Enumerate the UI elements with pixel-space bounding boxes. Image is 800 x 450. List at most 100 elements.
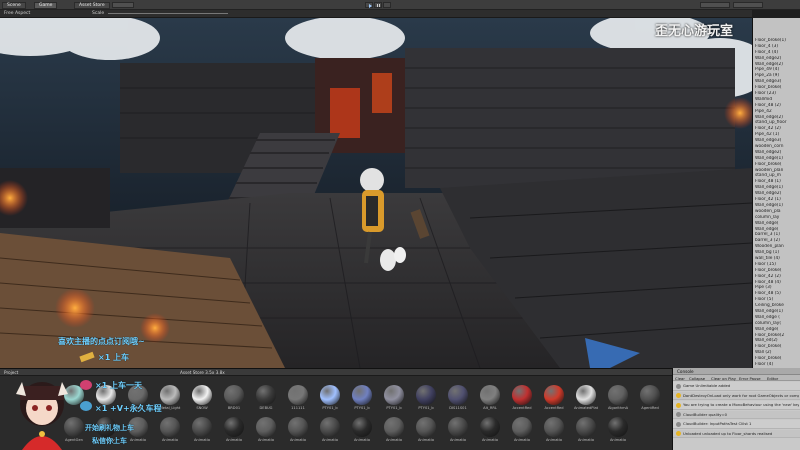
material-label: Animatio (449, 438, 467, 442)
material-thumbnail[interactable] (256, 417, 276, 437)
material-thumbnail[interactable] (192, 385, 212, 405)
material-thumbnail[interactable] (416, 385, 436, 405)
material-thumbnail[interactable] (288, 417, 308, 437)
streamer-overlay: 喜欢主播的点点订阅哦~ ×1 上车 ×1 上车一天 ×1 +V+永久车程 开始刷… (0, 337, 175, 450)
far-wall-right (405, 48, 735, 188)
material-label: Animatio (577, 438, 595, 442)
info-icon (676, 421, 681, 427)
layout-dropdown[interactable] (733, 2, 763, 8)
info-icon (676, 383, 681, 389)
material-thumbnail[interactable] (320, 417, 340, 437)
warning-icon (676, 393, 681, 398)
material-label: PTY01_b (322, 406, 338, 410)
material-label: DEBUG (259, 406, 273, 410)
log-message: DontDestroyOnLoad only work for root Gam… (683, 392, 799, 398)
material-label: Animatio (193, 438, 211, 442)
material-thumbnail[interactable] (512, 417, 532, 437)
game-view-bar: Free Aspect Scale (0, 10, 752, 18)
material-thumbnail[interactable] (256, 385, 276, 405)
gift-line-3: ×1 +V+永久车程 (95, 404, 162, 413)
play-icon (368, 4, 372, 8)
console-header: Console (673, 368, 800, 375)
material-thumbnail[interactable] (192, 417, 212, 437)
tab-game[interactable]: Game (34, 2, 58, 9)
log-message: You are trying to create a MonoBehaviour… (683, 402, 799, 407)
material-label: Animatio (481, 438, 499, 442)
material-thumbnail[interactable] (384, 385, 404, 405)
material-thumbnail[interactable] (320, 385, 340, 405)
material-thumbnail[interactable] (512, 385, 532, 405)
console-title: Console (677, 369, 694, 374)
material-label: PTY01_b (386, 406, 402, 410)
watermark-text: 歪无心游玩室 (655, 24, 734, 39)
material-thumbnail[interactable] (352, 385, 372, 405)
log-entry[interactable]: Game Unlimitable added (673, 382, 800, 391)
layers-dropdown[interactable] (700, 2, 730, 8)
material-label: Animatio (513, 438, 531, 442)
hierarchy-panel: Floor_broke(1) Floor_4 (3) Floor_4 (4) Wall… (752, 18, 800, 368)
material-thumbnail[interactable] (480, 417, 500, 437)
material-thumbnail[interactable] (448, 417, 468, 437)
console-toolbar: Clear Collapse Clear on Play Error Pause… (673, 375, 800, 381)
material-label: Animatio (417, 438, 435, 442)
subscribe-text: 喜欢主播的点点订阅哦~ (58, 337, 145, 346)
console-collapse-button[interactable]: Collapse (689, 376, 705, 381)
scale-slider[interactable] (108, 13, 228, 14)
breadcrumb: Asset Store 3.5x 3.8x (180, 370, 225, 375)
material-thumbnail[interactable] (224, 385, 244, 405)
log-message: CloudBuilder quality=0 (683, 411, 728, 417)
material-thumbnail[interactable] (224, 417, 244, 437)
material-label: Animatio (609, 438, 627, 442)
pause-button[interactable] (374, 2, 382, 8)
material-label: AccentRed (512, 406, 532, 410)
material-thumbnail[interactable] (352, 417, 372, 437)
gift-icon-2 (80, 380, 92, 390)
console-clear-button[interactable]: Clear (675, 376, 685, 381)
material-thumbnail[interactable] (576, 417, 596, 437)
warning-icon (676, 431, 681, 436)
step-button[interactable] (383, 2, 391, 8)
tab-scene[interactable]: Scene (2, 2, 26, 9)
material-thumbnail[interactable] (576, 385, 596, 405)
display-dropdown[interactable]: Free Aspect (4, 11, 30, 17)
material-label: Animatio (545, 438, 563, 442)
log-entry[interactable]: Unloaded unloaded up to Floor_shards rea… (673, 429, 800, 438)
gift-icon-3 (80, 401, 92, 411)
material-thumbnail[interactable] (480, 385, 500, 405)
material-label: Animatio (385, 438, 403, 442)
console-error-pause-button[interactable]: Error Pause (739, 376, 761, 381)
material-thumbnail[interactable] (608, 385, 628, 405)
material-label: BRD01 (227, 406, 241, 410)
material-label: 111111 (291, 406, 305, 410)
gift-line-2: ×1 上车一天 (95, 381, 143, 390)
lava-glow (330, 88, 360, 138)
material-thumbnail[interactable] (544, 417, 564, 437)
material-label: AnimatedPlat (573, 406, 599, 410)
material-thumbnail[interactable] (640, 385, 660, 405)
material-label: Animatio (353, 438, 371, 442)
gizmo-dropdown[interactable] (112, 2, 134, 8)
warning-icon (676, 402, 681, 408)
game-viewport[interactable]: 歪无心游玩室 (0, 18, 752, 368)
log-entry[interactable]: CloudBuilder: InputPathsTest Clilst 1 (673, 420, 800, 429)
material-label: DIS11S01 (449, 406, 467, 410)
material-thumbnail[interactable] (416, 417, 436, 437)
hierarchy-list: Floor_broke(1) Floor_4 (3) Floor_4 (4) Wall… (753, 18, 800, 368)
console-editor-dropdown[interactable]: Editor (767, 376, 778, 381)
tab-asset-store[interactable]: Asset Store (74, 2, 110, 9)
log-entry[interactable]: CloudBuilder quality=0 (673, 410, 800, 419)
material-thumbnail[interactable] (544, 385, 564, 405)
material-label: PTY01_b (418, 406, 434, 410)
material-thumbnail[interactable] (608, 417, 628, 437)
streamer-avatar (16, 382, 68, 450)
material-label: AgentRed (641, 406, 659, 410)
dungeon-scene (0, 18, 752, 368)
material-thumbnail[interactable] (448, 385, 468, 405)
log-entry[interactable]: You are trying to create a MonoBehaviour… (673, 401, 800, 410)
info-icon (676, 412, 681, 417)
material-thumbnail[interactable] (288, 385, 308, 405)
material-thumbnail[interactable] (384, 417, 404, 437)
console-clear-on-play-button[interactable]: Clear on Play (711, 376, 736, 381)
log-entry[interactable]: DontDestroyOnLoad only work for root Gam… (673, 391, 800, 400)
play-button[interactable] (365, 2, 373, 8)
